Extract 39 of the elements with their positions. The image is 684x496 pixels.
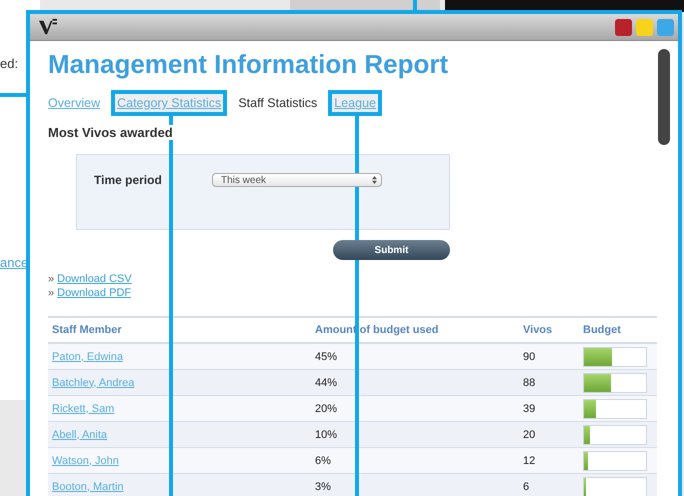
column-header: Budget <box>583 324 621 336</box>
tab[interactable]: Staff Statistics <box>232 90 324 116</box>
stepper-icon <box>372 176 377 184</box>
bullet-icon: » <box>48 272 54 286</box>
staff-link[interactable]: Abell, Anita <box>52 428 108 440</box>
table-cell: 20 <box>523 428 536 440</box>
table-cell: 90 <box>523 350 536 362</box>
table-cell: 20% <box>315 402 338 414</box>
tab[interactable]: Overview <box>42 90 106 116</box>
table-cell: 10% <box>315 428 338 440</box>
tab[interactable]: League <box>328 90 382 116</box>
field-label: ed: <box>0 56 18 71</box>
table-cell: 6 <box>523 480 530 492</box>
tab[interactable]: Category Statistics <box>111 90 228 116</box>
report-title: Management Information Report <box>48 49 450 80</box>
table-cell: 12 <box>523 454 536 466</box>
table-cell: 88 <box>523 376 536 388</box>
table-cell: 6% <box>315 454 331 466</box>
staff-link[interactable]: Watson, John <box>52 454 119 466</box>
close-button[interactable] <box>615 18 632 36</box>
staff-link[interactable]: Paton, Edwina <box>52 350 123 362</box>
bullet-icon: » <box>48 286 54 300</box>
field-label: Time period <box>94 173 163 187</box>
column-header: Vivos <box>523 324 552 336</box>
download-link[interactable]: Download CSV <box>57 272 132 286</box>
time-period-dropdown[interactable]: This week <box>212 173 382 187</box>
section-heading: Most Vivos awarded <box>48 125 175 140</box>
download-link[interactable]: Download PDF <box>57 286 132 300</box>
table-cell: 39 <box>523 402 536 414</box>
scrollbar[interactable] <box>658 49 670 145</box>
table-cell: 45% <box>315 350 338 362</box>
table-cell: 44% <box>315 376 338 388</box>
column-header: Staff Member <box>52 324 122 336</box>
staff-link[interactable]: Booton, Martin <box>52 480 124 492</box>
staff-link[interactable]: Batchley, Andrea <box>52 376 134 388</box>
staff-link[interactable]: Rickett, Sam <box>52 402 114 414</box>
submit-button[interactable]: Submit <box>333 240 450 260</box>
table-cell: 3% <box>315 480 331 492</box>
logo-icon <box>38 18 58 36</box>
